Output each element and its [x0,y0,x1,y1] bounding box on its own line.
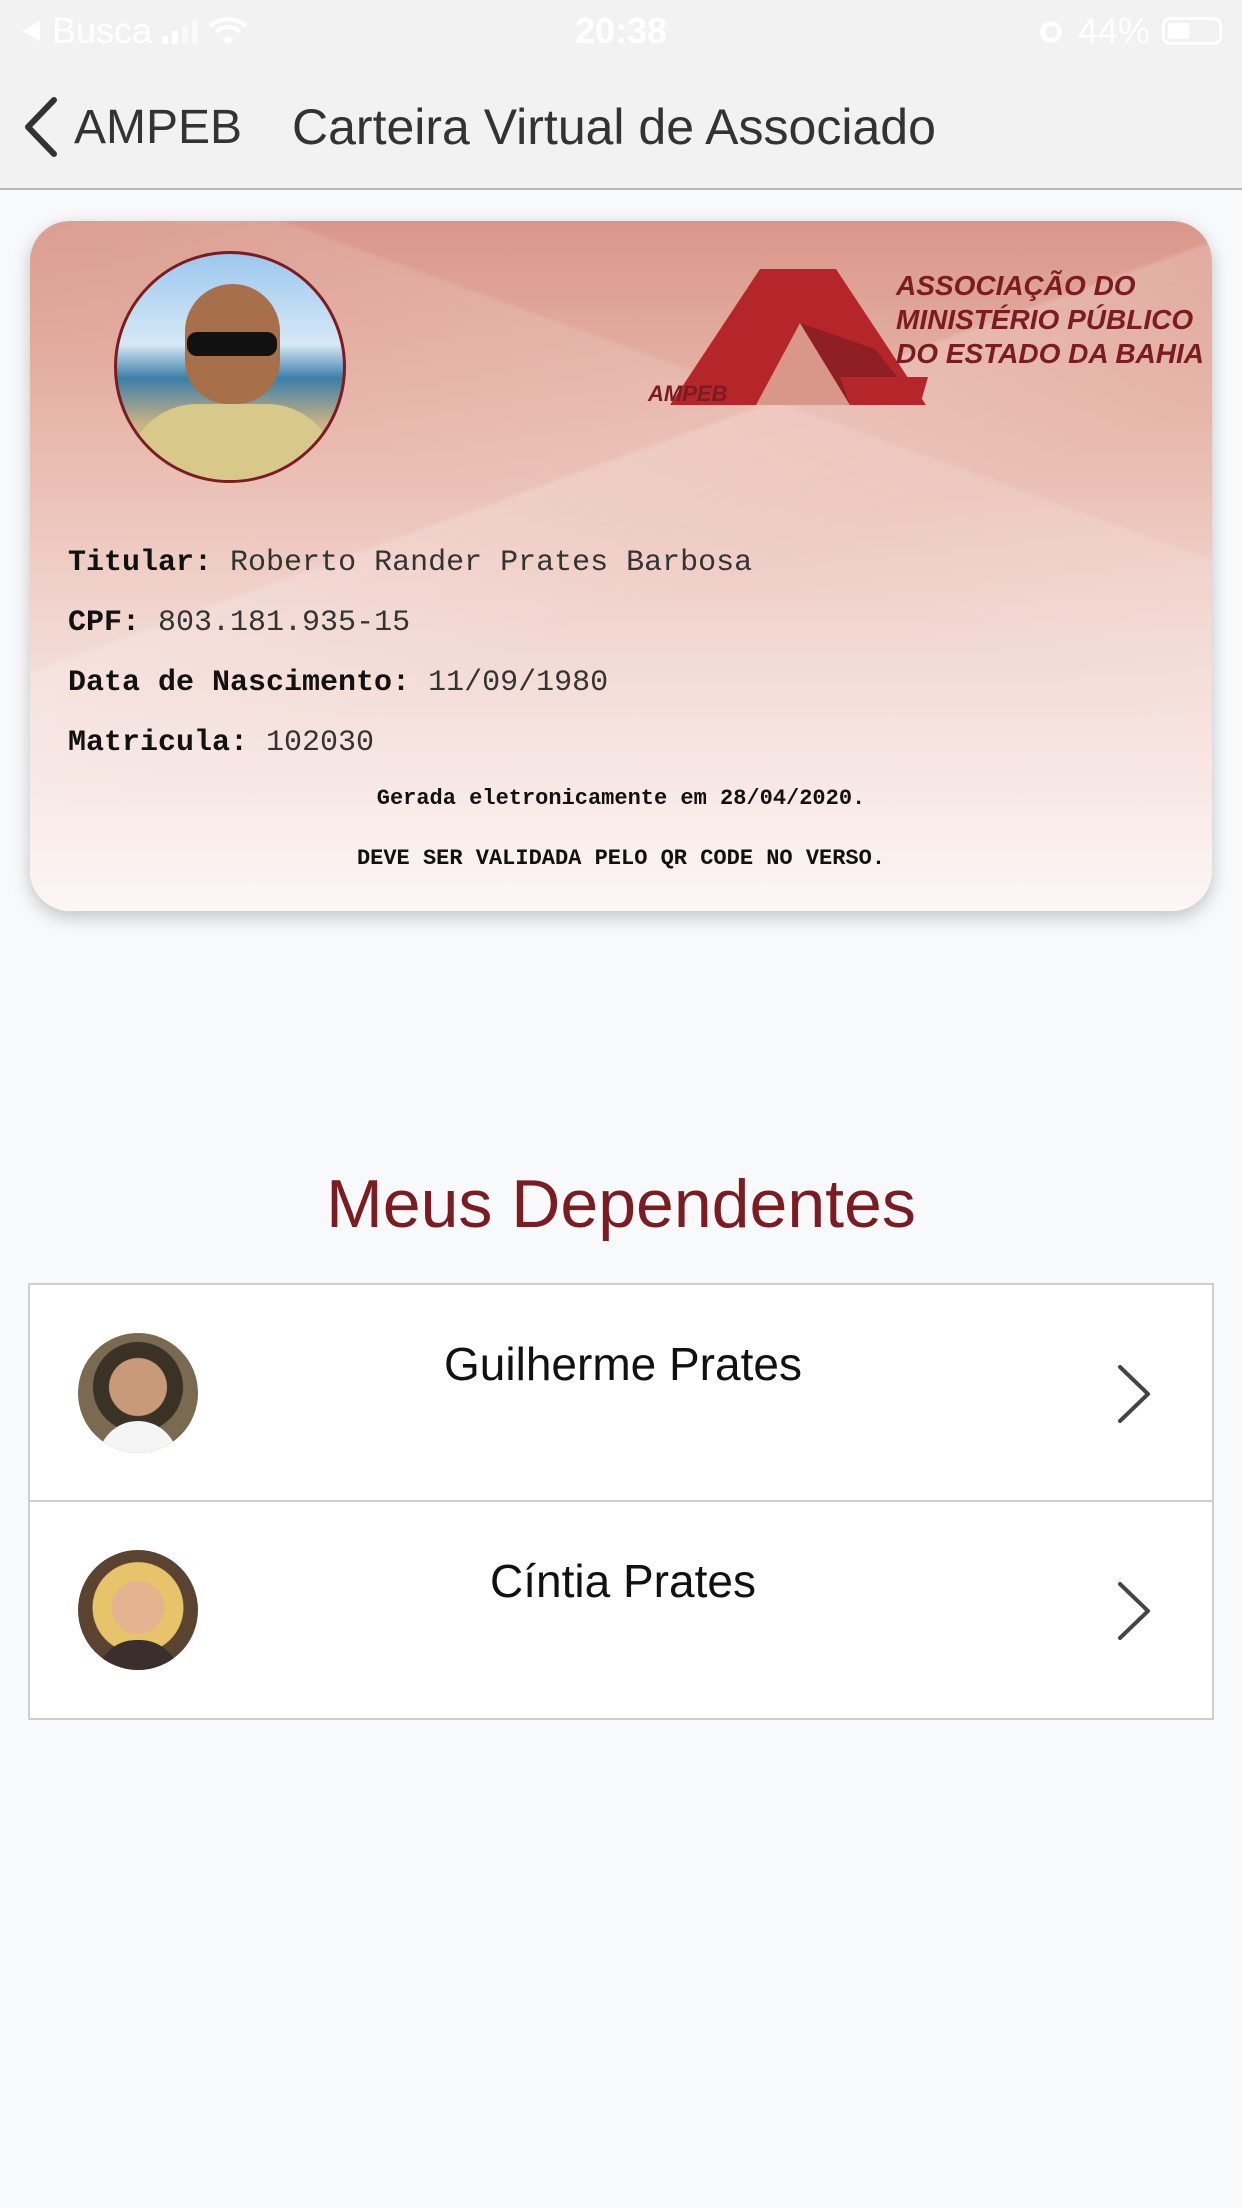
field-label: Matricula: [68,726,249,760]
dependent-row[interactable]: Cíntia Prates [30,1502,1212,1718]
field-matricula: Matricula: 102030 [68,713,752,773]
field-value: 102030 [266,726,375,760]
generated-note: Gerada eletronicamente em 28/04/2020. [376,786,866,811]
alarm-icon [1039,21,1062,43]
chevron-left-icon [25,97,57,157]
dependents-title: Meus Dependentes [326,1166,916,1242]
battery-percent: 44% [1077,10,1150,51]
member-fields: Titular: Roberto Rander Prates Barbosa C… [68,533,752,773]
logo-abbr: AMPEB [648,381,728,406]
chevron-right-icon [1118,1365,1150,1423]
logo-text: ASSOCIAÇÃO DO MINISTÉRIO PÚBLICO DO ESTA… [896,269,1204,371]
field-label: Data de Nascimento: [68,666,411,700]
battery-icon [1162,17,1222,45]
battery-fill [1168,23,1189,39]
field-value: Roberto Rander Prates Barbosa [230,546,753,580]
back-button-label: AMPEB [74,100,243,154]
field-label: CPF: [68,606,141,640]
dependents-list: Guilherme Prates Cíntia Prates [28,1283,1214,1720]
dependent-row[interactable]: Guilherme Prates [30,1285,1212,1502]
logo-line: ASSOCIAÇÃO DO [896,270,1136,301]
validate-note: DEVE SER VALIDADA PELO QR CODE NO VERSO. [356,846,886,871]
field-cpf: CPF: 803.181.935-15 [68,593,752,653]
field-value: 803.181.935-15 [158,606,411,640]
member-photo [114,251,346,483]
field-value: 11/09/1980 [428,666,609,700]
page-title: Carteira Virtual de Associado [292,99,936,155]
field-titular: Titular: Roberto Rander Prates Barbosa [68,533,752,593]
field-birthdate: Data de Nascimento: 11/09/1980 [68,653,752,713]
member-card: ASSOCIAÇÃO DO MINISTÉRIO PÚBLICO DO ESTA… [30,221,1212,911]
field-label: Titular: [68,546,213,580]
navigation-bar: AMPEB Carteira Virtual de Associado [0,62,1242,190]
logo-line: MINISTÉRIO PÚBLICO [896,304,1194,335]
status-bar: Busca 20:38 44% [0,0,1242,62]
status-right: 44% [1036,10,1222,52]
back-button[interactable]: AMPEB [22,96,242,158]
chevron-right-icon [1118,1582,1150,1640]
logo-line: DO ESTADO DA BAHIA [896,338,1204,369]
dependent-name: Guilherme Prates [444,1338,802,1390]
dependent-name: Cíntia Prates [490,1555,756,1607]
